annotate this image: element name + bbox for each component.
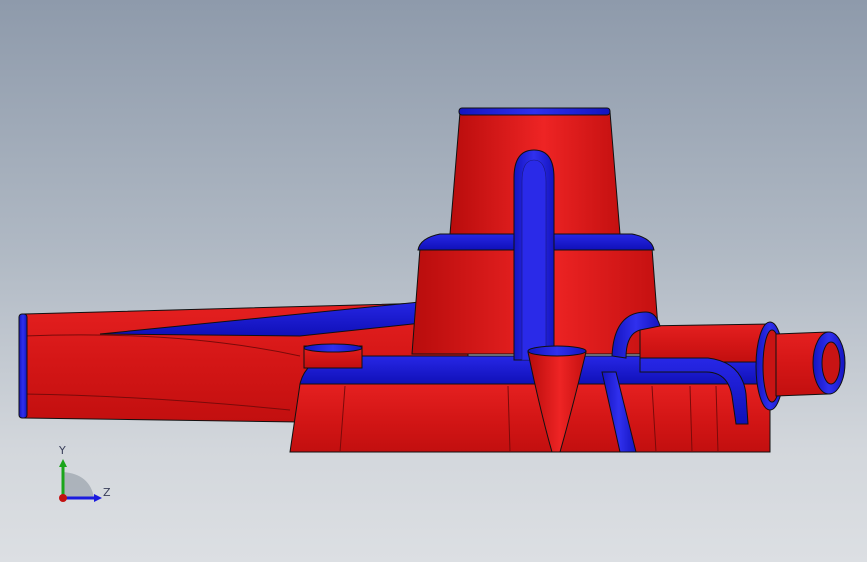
y-axis-label: Y [58, 444, 66, 457]
y-axis-arrow [59, 459, 67, 467]
z-axis-arrow [94, 494, 102, 502]
part-model[interactable] [0, 0, 867, 562]
coordinate-triad: Y Z [58, 444, 111, 502]
triad-plane [63, 472, 94, 498]
vertical-rib[interactable] [513, 149, 555, 361]
graphics-viewport[interactable]: Y Z [0, 0, 867, 562]
origin-marker [59, 494, 67, 502]
z-axis-label: Z [103, 486, 111, 499]
